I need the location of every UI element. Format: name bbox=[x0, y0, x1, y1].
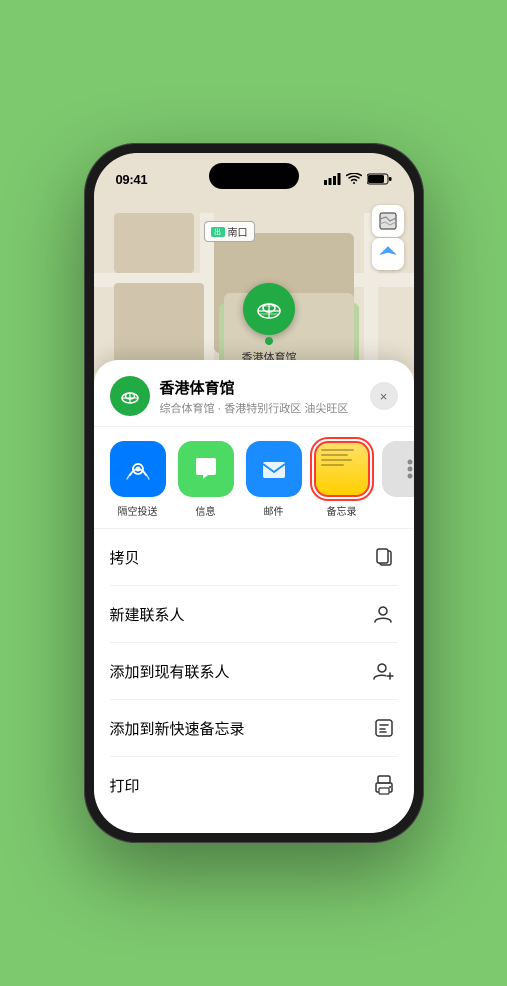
dynamic-island bbox=[209, 163, 299, 189]
action-add-to-contact[interactable]: 添加到现有联系人 bbox=[110, 643, 398, 700]
notes-lines bbox=[316, 443, 368, 495]
mail-label: 邮件 bbox=[264, 503, 284, 518]
map-controls bbox=[372, 205, 404, 270]
notes-icon-wrap bbox=[314, 441, 370, 497]
map-label: 出 南口 bbox=[204, 221, 255, 242]
map-label-icon: 出 bbox=[211, 227, 225, 237]
note-add-icon bbox=[370, 714, 398, 742]
messages-icon-wrap bbox=[178, 441, 234, 497]
printer-icon bbox=[370, 771, 398, 799]
notes-label: 备忘录 bbox=[327, 503, 357, 518]
signal-icon bbox=[324, 173, 341, 185]
mail-icon bbox=[260, 455, 288, 483]
action-add-to-notes[interactable]: 添加到新快速备忘录 bbox=[110, 700, 398, 757]
share-item-airdrop[interactable]: 隔空投送 bbox=[110, 441, 166, 518]
notes-line-4 bbox=[321, 464, 344, 466]
share-item-notes[interactable]: 备忘录 bbox=[314, 441, 370, 518]
notes-line-1 bbox=[321, 449, 355, 451]
phone-frame: 09:41 bbox=[84, 143, 424, 843]
person-plus-icon bbox=[370, 657, 398, 685]
status-icons bbox=[324, 173, 392, 185]
pin-dot bbox=[265, 337, 273, 345]
navigation-icon bbox=[380, 246, 396, 262]
action-print-label: 打印 bbox=[110, 775, 140, 796]
action-add-to-notes-label: 添加到新快速备忘录 bbox=[110, 718, 245, 739]
map-block bbox=[114, 213, 194, 273]
more-dots-icon bbox=[398, 457, 414, 481]
stadium-pin[interactable]: 香港体育馆 bbox=[242, 283, 297, 365]
venue-stadium-icon bbox=[119, 385, 141, 407]
map-block bbox=[114, 283, 204, 363]
action-list: 拷贝 新建联系人 bbox=[94, 529, 414, 813]
map-label-text: 南口 bbox=[228, 224, 248, 239]
location-button[interactable] bbox=[372, 238, 404, 270]
stadium-icon bbox=[254, 294, 284, 324]
action-copy-label: 拷贝 bbox=[110, 547, 140, 568]
share-item-mail[interactable]: 邮件 bbox=[246, 441, 302, 518]
airdrop-icon-wrap bbox=[110, 441, 166, 497]
messages-icon bbox=[192, 455, 220, 483]
action-new-contact-label: 新建联系人 bbox=[110, 604, 185, 625]
map-view-toggle[interactable] bbox=[372, 205, 404, 237]
venue-icon bbox=[110, 376, 150, 416]
action-copy[interactable]: 拷贝 bbox=[110, 529, 398, 586]
messages-label: 信息 bbox=[196, 503, 216, 518]
status-time: 09:41 bbox=[116, 172, 148, 187]
more-icon-wrap bbox=[382, 441, 414, 497]
notes-line-3 bbox=[321, 459, 353, 461]
action-add-to-contact-label: 添加到现有联系人 bbox=[110, 661, 230, 682]
battery-icon bbox=[367, 173, 392, 185]
notes-line-2 bbox=[321, 454, 348, 456]
sheet-header: 香港体育馆 综合体育馆 · 香港特别行政区 油尖旺区 × bbox=[94, 360, 414, 427]
airdrop-label: 隔空投送 bbox=[118, 503, 158, 518]
wifi-icon bbox=[346, 173, 362, 185]
close-button[interactable]: × bbox=[370, 382, 398, 410]
share-item-messages[interactable]: 信息 bbox=[178, 441, 234, 518]
mail-icon-wrap bbox=[246, 441, 302, 497]
person-add-icon bbox=[370, 600, 398, 628]
venue-subtitle: 综合体育馆 · 香港特别行政区 油尖旺区 bbox=[160, 400, 370, 416]
action-print[interactable]: 打印 bbox=[110, 757, 398, 813]
share-item-more[interactable] bbox=[382, 441, 414, 518]
venue-info: 香港体育馆 综合体育馆 · 香港特别行政区 油尖旺区 bbox=[160, 377, 370, 416]
pin-icon bbox=[243, 283, 295, 335]
bottom-sheet: 香港体育馆 综合体育馆 · 香港特别行政区 油尖旺区 × bbox=[94, 360, 414, 833]
map-icon bbox=[379, 212, 397, 230]
airdrop-icon bbox=[124, 455, 152, 483]
action-new-contact[interactable]: 新建联系人 bbox=[110, 586, 398, 643]
venue-name: 香港体育馆 bbox=[160, 377, 370, 398]
share-row: 隔空投送 信息 bbox=[94, 427, 414, 529]
phone-screen: 09:41 bbox=[94, 153, 414, 833]
copy-icon bbox=[370, 543, 398, 571]
